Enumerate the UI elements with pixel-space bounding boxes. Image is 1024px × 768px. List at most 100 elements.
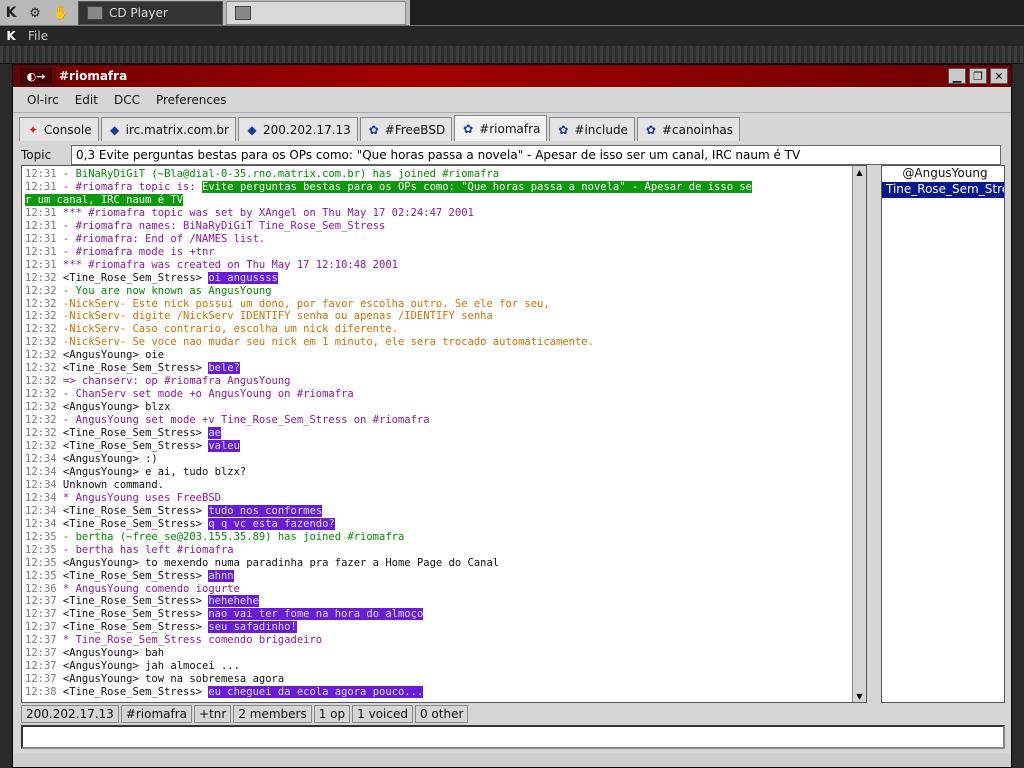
cd-player-icon bbox=[87, 6, 103, 20]
chat-text: <AngusYoung> :) bbox=[56, 452, 158, 465]
console-icon: ✦ bbox=[27, 122, 39, 137]
kde-k-label[interactable]: K bbox=[0, 29, 22, 43]
window-menu-icon[interactable]: ◐→ bbox=[19, 67, 53, 85]
chat-timestamp: 12:31 bbox=[25, 168, 57, 180]
nick-item-selected[interactable]: Tine_Rose_Sem_Stres bbox=[882, 182, 1004, 198]
message-input[interactable] bbox=[21, 725, 1005, 749]
chat-line: 12:31 *** #riomafra topic was set by XAn… bbox=[25, 207, 848, 220]
chat-timestamp: 12:32 bbox=[25, 323, 57, 336]
chat-text: oi angussss bbox=[208, 271, 278, 284]
chat-timestamp: 12:32 bbox=[25, 414, 57, 427]
terminal-launcher-icon[interactable]: ⚙ bbox=[22, 0, 48, 26]
chat-line: 12:32 <Tine_Rose_Sem_Stress> ae bbox=[25, 427, 848, 440]
chat-text: <Tine_Rose_Sem_Stress> bbox=[56, 271, 209, 284]
nick-item[interactable]: @AngusYoung bbox=[882, 166, 1004, 182]
chat-line: 12:32 - AngusYoung set mode +v Tine_Rose… bbox=[25, 414, 848, 427]
scroll-down-icon[interactable]: ▼ bbox=[853, 690, 866, 702]
chat-line: 12:32 <AngusYoung> oie bbox=[25, 349, 848, 362]
chat-timestamp: 12:32 bbox=[25, 362, 57, 375]
chat-pane[interactable]: 12:31 - BiNaRyDiGiT (~Bla@dial-0-35.rno.… bbox=[21, 165, 867, 703]
close-icon[interactable]: ✕ bbox=[990, 68, 1008, 84]
chat-text: <AngusYoung> tow na sobremesa agora bbox=[56, 673, 285, 686]
chat-timestamp: 12:32 bbox=[25, 271, 57, 284]
chat-text: q q vc esta fazendo? bbox=[208, 517, 335, 530]
chat-line: 12:32 <Tine_Rose_Sem_Stress> oi angussss bbox=[25, 271, 848, 285]
menu-edit[interactable]: Edit bbox=[67, 93, 106, 107]
scroll-up-icon[interactable]: ▲ bbox=[853, 166, 866, 178]
chat-text: <Tine_Rose_Sem_Stress> bbox=[56, 504, 209, 517]
chat-text: <Tine_Rose_Sem_Stress> bbox=[56, 686, 209, 699]
tab-label: #riomafra bbox=[479, 121, 541, 136]
chat-line: 12:34 Unknown command. bbox=[25, 479, 848, 492]
window-bottom-scrollbar[interactable] bbox=[13, 753, 1011, 767]
chat-timestamp: 12:32 bbox=[25, 284, 57, 297]
chat-text: -NickServ- digite /NickServ IDENTIFY sen… bbox=[56, 310, 493, 323]
status-bar: 200.202.17.13 #riomafra +tnr 2 members 1… bbox=[21, 705, 469, 725]
chat-timestamp: 12:32 bbox=[25, 388, 57, 401]
kde-menu-button[interactable]: K bbox=[0, 0, 22, 26]
chat-timestamp: 12:37 bbox=[25, 634, 57, 647]
status-voiced: 1 voiced bbox=[352, 705, 413, 723]
chat-timestamp: 12:37 bbox=[25, 647, 57, 660]
chat-text: <Tine_Rose_Sem_Stress> bbox=[56, 595, 209, 608]
menu-dcc[interactable]: DCC bbox=[106, 93, 148, 107]
chat-text: bele? bbox=[208, 362, 240, 375]
task-cd-player[interactable]: CD Player bbox=[78, 1, 223, 25]
chat-timestamp: 12:37 bbox=[25, 595, 57, 608]
topic-field[interactable]: 0,3 Evite perguntas bestas para os OPs c… bbox=[71, 145, 1001, 165]
window-titlebar[interactable]: ◐→ #riomafra ▁ ❐ ✕ bbox=[13, 65, 1011, 87]
chat-timestamp: 12:35 bbox=[25, 543, 57, 556]
channel-icon: ✿ bbox=[463, 121, 474, 136]
chat-line: 12:36 * AngusYoung comendo iogurte bbox=[25, 583, 848, 596]
chat-text: * AngusYoung uses FreeBSD bbox=[56, 491, 221, 504]
channel-icon: ✿ bbox=[368, 122, 379, 137]
tab-canoinhas[interactable]: ✿ #canoinhas bbox=[636, 117, 741, 141]
server-icon: ◆ bbox=[110, 122, 120, 137]
tab-riomafra[interactable]: ✿ #riomafra bbox=[454, 115, 548, 141]
tab-server-matrix[interactable]: ◆ irc.matrix.com.br bbox=[100, 117, 236, 141]
task-window[interactable] bbox=[226, 1, 406, 25]
tab-console[interactable]: ✦ Console bbox=[19, 117, 99, 141]
chat-text: valeu bbox=[208, 440, 240, 453]
chat-text: Unknown command. bbox=[56, 478, 165, 491]
chat-text: -NickServ- Este nick possui um dono, por… bbox=[56, 297, 550, 310]
chat-line: 12:32 -NickServ- Caso contrario, escolha… bbox=[25, 323, 848, 336]
tab-include[interactable]: ✿ #include bbox=[549, 117, 635, 141]
chat-text: <AngusYoung> oie bbox=[56, 349, 165, 362]
chat-line: 12:37 <Tine_Rose_Sem_Stress> hehehehe bbox=[25, 595, 848, 608]
status-channel: #riomafra bbox=[120, 705, 193, 723]
file-menu[interactable]: File bbox=[22, 29, 54, 43]
chat-timestamp: 12:36 bbox=[25, 582, 57, 595]
chat-timestamp: 12:32 bbox=[25, 336, 57, 349]
chat-timestamp: 12:31 bbox=[25, 245, 57, 258]
tab-label: #include bbox=[574, 122, 628, 137]
chat-text: hehehehe bbox=[208, 595, 259, 608]
chat-text: <Tine_Rose_Sem_Stress> bbox=[56, 608, 209, 621]
menu-olirc[interactable]: Ol-irc bbox=[19, 93, 67, 107]
chat-line: 12:32 <Tine_Rose_Sem_Stress> valeu bbox=[25, 440, 848, 453]
help-launcher-icon[interactable]: ✋ bbox=[48, 0, 74, 26]
chat-text: -NickServ- Caso contrario, escolha um ni… bbox=[56, 323, 398, 336]
window-title: #riomafra bbox=[59, 69, 128, 83]
tab-freebsd[interactable]: ✿ #FreeBSD bbox=[359, 117, 453, 141]
maximize-icon[interactable]: ❐ bbox=[969, 68, 987, 84]
chat-scrollbar[interactable]: ▲ ▼ bbox=[852, 166, 866, 702]
chat-line: 12:38 <Tine_Rose_Sem_Stress> eu cheguei … bbox=[25, 686, 848, 699]
tab-label: Console bbox=[44, 122, 92, 137]
tab-server-ip[interactable]: ◆ 200.202.17.13 bbox=[237, 117, 358, 141]
chat-line: 12:34 <AngusYoung> e ai, tudo blzx? bbox=[25, 466, 848, 479]
chat-text: - bertha (~free_se@203.155.35.89) has jo… bbox=[56, 530, 405, 543]
chat-line: 12:37 <Tine_Rose_Sem_Stress> seu safadin… bbox=[25, 621, 848, 634]
minimize-icon[interactable]: ▁ bbox=[948, 68, 966, 84]
chat-timestamp: 12:38 bbox=[25, 686, 57, 699]
chat-text: ae bbox=[208, 427, 221, 440]
tab-label: #FreeBSD bbox=[384, 122, 446, 137]
chat-timestamp: 12:34 bbox=[25, 478, 57, 491]
chat-text: <Tine_Rose_Sem_Stress> bbox=[56, 427, 209, 440]
chat-text: -NickServ- Se voce nao mudar seu nick em… bbox=[56, 336, 594, 349]
menu-preferences[interactable]: Preferences bbox=[148, 93, 235, 107]
desktop-menubar: K File bbox=[0, 26, 1024, 46]
server-icon: ◆ bbox=[247, 122, 257, 137]
chat-text: Evite perguntas bestas para os OPs como:… bbox=[202, 180, 752, 193]
chat-line: 12:35 - bertha has left #riomafra bbox=[25, 544, 848, 557]
